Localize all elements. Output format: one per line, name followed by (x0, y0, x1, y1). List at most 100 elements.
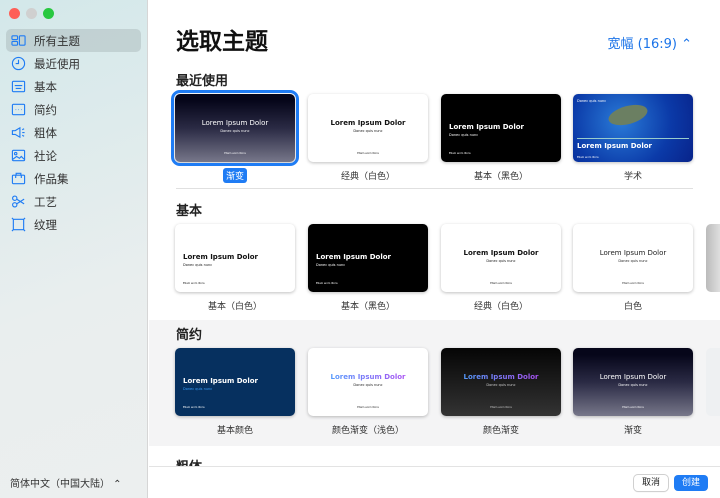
sidebar-item-label: 所有主题 (34, 33, 80, 48)
thumb-title: Lorem Ipsum Dolor (183, 377, 258, 385)
section-0: 最近使用 Lorem Ipsum Dolor Donec quis nunc Etia… (149, 66, 720, 190)
sidebar-item-2[interactable]: 基本 (6, 75, 141, 98)
section-2: 简约 Lorem Ipsum Dolor Donec quis nunc Etiam … (149, 320, 720, 446)
section-title: 基本 (176, 204, 203, 219)
sidebar-item-6[interactable]: 作品集 (6, 167, 141, 190)
thumb-subtitle: Donec quis nunc (353, 383, 383, 387)
theme-card[interactable]: Lorem Ipsum Dolor Donec quis nunc Etiam en… (441, 348, 561, 437)
theme-card[interactable]: Lorem Ipsum Dolor Donec quis nunc Etiam en… (573, 224, 693, 313)
sidebar: 所有主题最近使用基本简约粗体社论作品集工艺纹理 简体中文（中国大陆） ⌃ (0, 0, 148, 498)
thumb-subtitle: Donec quis nunc (618, 259, 648, 263)
sidebar-item-label: 工艺 (34, 194, 57, 209)
next-theme-peek[interactable] (706, 348, 720, 416)
zoom-button[interactable] (43, 8, 54, 19)
basic-icon (11, 80, 26, 93)
section-3: 粗体 (149, 452, 720, 466)
thumb-title: Lorem Ipsum Dolor (599, 373, 667, 381)
divider (176, 188, 693, 189)
theme-label: 经典（白色） (473, 302, 528, 312)
thumb-title: Lorem Ipsum Dolor (441, 373, 561, 381)
sidebar-item-label: 最近使用 (34, 56, 80, 71)
footer-bar: 取消 创建 (149, 466, 720, 498)
theme-thumbnail[interactable]: Lorem Ipsum Dolor Donec quis nunc Etiam en… (308, 224, 428, 292)
sidebar-item-4[interactable]: 粗体 (6, 121, 141, 144)
thumb-subtitle: Donec quis nunc (486, 383, 516, 387)
thumb-title: Lorem Ipsum Dolor (449, 123, 524, 131)
theme-label: 学术 (623, 172, 642, 182)
aspect-ratio-selector[interactable]: 宽幅 (16:9) ⌃ (608, 33, 693, 52)
sidebar-item-label: 简约 (34, 102, 57, 117)
theme-card[interactable]: Lorem Ipsum Dolor Donec quis nunc Etiam en… (175, 224, 295, 313)
thumb-footer: Etiam enim litora (183, 282, 205, 285)
thumb-footer: Etiam enim litora (357, 152, 379, 155)
cancel-button[interactable]: 取消 (633, 475, 668, 491)
language-selector[interactable]: 简体中文（中国大陆） ⌃ (10, 475, 122, 490)
theme-thumbnail[interactable]: Lorem Ipsum Dolor Donec quis nunc Etiam en… (573, 348, 693, 416)
sidebar-item-label: 作品集 (34, 171, 69, 186)
sidebar-item-label: 粗体 (34, 125, 57, 140)
theme-label: 基本颜色 (216, 426, 253, 436)
briefcase-icon (11, 172, 26, 185)
theme-thumbnail[interactable]: Lorem Ipsum Dolor Donec quis nunc Etiam en… (441, 224, 561, 292)
theme-card[interactable]: Lorem Ipsum Dolor Donec quis nunc Etiam en… (441, 224, 561, 313)
thumb-footer: Etiam enim litora (490, 282, 512, 285)
thumb-footer: Etiam enim litora (183, 406, 205, 409)
next-theme-peek[interactable] (706, 224, 720, 292)
thumb-subtitle: Donec quis nunc (449, 133, 479, 137)
page-title: 选取主题 (176, 29, 268, 55)
theme-thumbnail[interactable]: Lorem Ipsum Dolor Donec quis nunc Etiam en… (308, 348, 428, 416)
theme-chooser: 选取主题 宽幅 (16:9) ⌃ 最近使用 Lorem Ipsum Dolor Do… (149, 0, 720, 466)
thumb-subtitle: Donec quis nunc (220, 129, 250, 133)
theme-card[interactable]: Lorem Ipsum Dolor Donec quis nunc Etiam en… (573, 94, 693, 183)
theme-card[interactable]: Lorem Ipsum Dolor Donec quis nunc Etiam en… (573, 348, 693, 437)
thumb-title: Lorem Ipsum Dolor (330, 119, 406, 127)
sidebar-item-7[interactable]: 工艺 (6, 190, 141, 213)
thumb-footer: Etiam enim litora (316, 282, 338, 285)
theme-thumbnail[interactable]: Lorem Ipsum Dolor Donec quis nunc Etiam en… (573, 224, 693, 292)
theme-label: 白色 (623, 302, 642, 312)
theme-thumbnail[interactable]: Lorem Ipsum Dolor Donec quis nunc Etiam en… (308, 94, 428, 162)
thumb-subtitle: Donec quis nunc (316, 263, 346, 267)
theme-thumbnail[interactable]: Lorem Ipsum Dolor Donec quis nunc Etiam en… (573, 94, 693, 162)
texture-frame-icon (11, 217, 26, 232)
close-button[interactable] (9, 8, 20, 19)
theme-label: 基本（黑色） (473, 172, 528, 182)
theme-card[interactable]: Lorem Ipsum Dolor Donec quis nunc Etiam en… (308, 94, 428, 183)
theme-thumbnail[interactable]: Lorem Ipsum Dolor Donec quis nunc Etiam en… (175, 348, 295, 416)
theme-thumbnail[interactable]: Lorem Ipsum Dolor Donec quis nunc Etiam en… (441, 94, 561, 162)
theme-card[interactable]: Lorem Ipsum Dolor Donec quis nunc Etiam en… (308, 224, 428, 313)
theme-card[interactable]: Lorem Ipsum Dolor Donec quis nunc Etiam en… (175, 348, 295, 437)
thumb-title: Lorem Ipsum Dolor (599, 249, 667, 257)
theme-label: 渐变 (222, 168, 247, 183)
theme-card[interactable]: Lorem Ipsum Dolor Donec quis nunc Etiam en… (441, 94, 561, 183)
thumb-title: Lorem Ipsum Dolor (577, 142, 652, 150)
thumb-title: Lorem Ipsum Dolor (463, 249, 539, 257)
sidebar-item-0[interactable]: 所有主题 (6, 29, 141, 52)
theme-thumbnail[interactable]: Lorem Ipsum Dolor Donec quis nunc Etiam en… (175, 224, 295, 292)
megaphone-icon (11, 126, 25, 139)
sidebar-item-1[interactable]: 最近使用 (6, 52, 141, 75)
thumb-title: Lorem Ipsum Dolor (183, 253, 258, 261)
theme-card[interactable]: Lorem Ipsum Dolor Donec quis nunc Etiam en… (308, 348, 428, 437)
sidebar-item-3[interactable]: 简约 (6, 98, 141, 121)
theme-thumbnail[interactable]: Lorem Ipsum Dolor Donec quis nunc Etiam en… (441, 348, 561, 416)
sidebar-item-label: 社论 (34, 148, 57, 163)
theme-thumbnail[interactable]: Lorem Ipsum Dolor Donec quis nunc Etiam en… (171, 90, 299, 166)
theme-label: 基本（黑色） (340, 302, 395, 312)
theme-card[interactable]: Lorem Ipsum Dolor Donec quis nunc Etiam en… (171, 90, 299, 183)
section-title: 简约 (176, 328, 203, 343)
all-themes-icon (11, 35, 26, 46)
theme-label: 经典（白色） (340, 172, 395, 182)
thumb-subtitle: Donec quis nunc (486, 259, 516, 263)
thumb-footer: Etiam enim litora (577, 156, 599, 159)
sidebar-item-5[interactable]: 社论 (6, 144, 141, 167)
sidebar-item-label: 基本 (34, 79, 57, 94)
clock-icon (11, 56, 26, 71)
minimize-button[interactable] (26, 8, 37, 19)
section-title: 最近使用 (176, 74, 229, 89)
photo-icon (11, 149, 26, 162)
create-button[interactable]: 创建 (673, 475, 708, 491)
theme-label: 颜色渐变 (482, 426, 519, 436)
sidebar-item-8[interactable]: 纹理 (6, 213, 141, 236)
theme-label: 颜色渐变（浅色） (331, 426, 404, 436)
